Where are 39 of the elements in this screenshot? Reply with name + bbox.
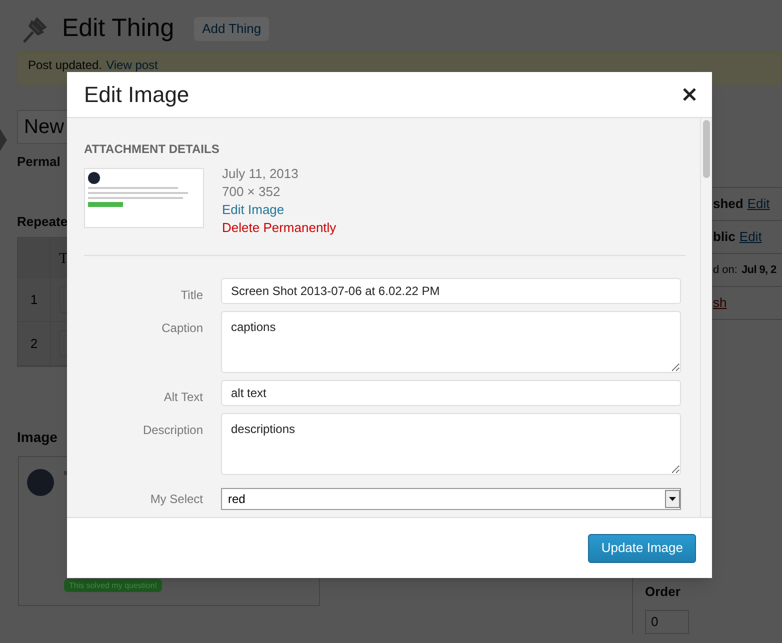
row-number: 2 — [30, 334, 38, 353]
avatar — [27, 469, 54, 496]
select-field[interactable]: red — [221, 488, 681, 510]
order-field[interactable]: 0 — [645, 610, 689, 634]
trash-link[interactable]: sh — [713, 293, 727, 313]
image-dimensions: 700 × 352 — [222, 183, 282, 201]
close-icon[interactable] — [683, 88, 696, 101]
upload-date: July 11, 2013 — [222, 165, 300, 183]
pushpin-icon — [20, 14, 50, 44]
scrollbar-thumb[interactable] — [703, 120, 710, 178]
status-text: shed — [713, 195, 744, 214]
dialog-title: Edit Image — [84, 81, 190, 109]
edit-image-link[interactable]: Edit Image — [222, 201, 336, 219]
text-field[interactable]: Screen Shot 2013-07-06 at 6.02.22 PM — [221, 278, 681, 304]
textarea-field[interactable]: captions — [221, 311, 681, 373]
section-heading: ATTACHMENT DETAILS — [84, 141, 220, 158]
permalink-label: Permal — [17, 153, 60, 171]
field-label: Alt Text — [162, 389, 203, 406]
page-title: Edit Thing — [62, 13, 174, 44]
repeater-heading: Repeate — [17, 212, 68, 231]
update-image-button[interactable]: Update Image — [588, 534, 696, 562]
text-field[interactable]: alt text — [221, 380, 681, 406]
field-label: Title — [180, 287, 203, 304]
textarea-field[interactable]: descriptions — [221, 413, 681, 475]
date-label: d on: — [713, 262, 738, 278]
date-value: Jul 9, 2 — [741, 262, 776, 278]
status-text: blic — [713, 228, 736, 246]
field-label: My Select — [149, 491, 203, 508]
field-label: Caption — [160, 320, 203, 337]
add-button[interactable]: Add Thing — [194, 17, 270, 41]
edit-link[interactable]: Edit — [739, 227, 762, 247]
edit-link[interactable]: Edit — [747, 194, 770, 214]
notice-text: Post updated. — [28, 57, 102, 74]
row-number: 1 — [30, 290, 38, 309]
view-post-link[interactable]: View post — [106, 56, 158, 74]
field-label: Description — [142, 422, 203, 439]
image-heading: Image — [17, 428, 58, 447]
order-label: Order — [645, 583, 682, 601]
delete-link[interactable]: Delete Permanently — [222, 219, 336, 237]
